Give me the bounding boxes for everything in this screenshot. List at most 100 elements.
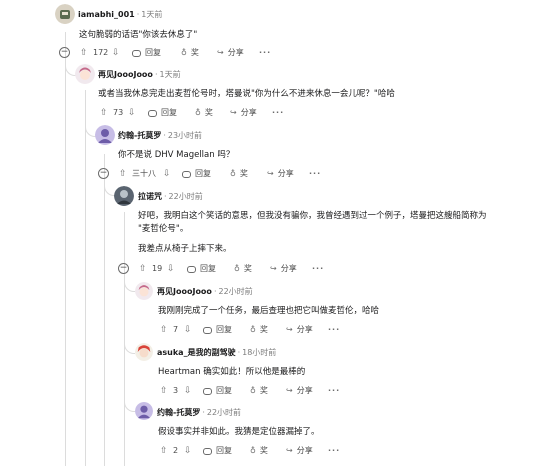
- share-button[interactable]: ↪ 分享: [270, 262, 297, 276]
- comment-meta: iamabhi_001 · 1天前: [78, 10, 163, 19]
- comment-body: 你不是说 DHV Magellan 吗？: [118, 150, 235, 160]
- vote-count: 2: [173, 446, 179, 455]
- share-icon: ↪: [217, 48, 224, 57]
- more-icon[interactable]: ···: [259, 46, 271, 60]
- comment-meta: 再见JoooJooo · 1天前: [98, 70, 181, 79]
- reply-button[interactable]: 回复: [182, 167, 211, 181]
- upvote-icon[interactable]: ⇧: [119, 167, 127, 181]
- reply-button[interactable]: 回复: [203, 444, 232, 458]
- collapse-icon[interactable]: −: [98, 168, 109, 179]
- share-icon: ↪: [286, 325, 293, 334]
- share-icon: ↪: [267, 169, 274, 178]
- reply-button[interactable]: 回复: [203, 384, 232, 398]
- avatar[interactable]: [95, 125, 115, 145]
- comment-actions: − ⇧ 172 ⇩ 回复 ♁ 奖 ↪ 分享 ···: [59, 46, 299, 60]
- comment-meta: 拉诺咒 · 22小时前: [138, 192, 203, 201]
- downvote-icon[interactable]: ⇩: [184, 323, 192, 337]
- comment-body: 这句脆弱的话语"你该去休息了": [79, 30, 198, 40]
- comment-actions: ⇧ 73 ⇩ 回复 ♁ 奖 ↪ 分享 ···: [95, 106, 335, 120]
- award-button[interactable]: ♁ 奖: [250, 384, 268, 398]
- avatar[interactable]: [135, 343, 153, 361]
- award-icon: ♁: [250, 446, 256, 455]
- share-button[interactable]: ↪ 分享: [286, 384, 313, 398]
- reply-button[interactable]: 回复: [132, 46, 161, 60]
- comment-body: 好吧，我明白这个笑话的意思，但我没有骗你，我曾经遇到过一个例子，塔曼把这艘船简称…: [138, 211, 487, 221]
- more-icon[interactable]: ···: [328, 444, 340, 458]
- downvote-icon[interactable]: ⇩: [112, 46, 120, 60]
- thread-line: [104, 154, 105, 466]
- comment-actions: ⇧ 7 ⇩ 回复 ♁ 奖 ↪ 分享 ···: [155, 323, 395, 337]
- award-button[interactable]: ♁ 奖: [181, 46, 199, 60]
- downvote-icon[interactable]: ⇩: [167, 262, 175, 276]
- award-button[interactable]: ♁ 奖: [250, 444, 268, 458]
- award-button[interactable]: ♁ 奖: [250, 323, 268, 337]
- timestamp: 23小时前: [167, 131, 203, 140]
- share-button[interactable]: ↪ 分享: [286, 444, 313, 458]
- downvote-icon[interactable]: ⇩: [184, 384, 192, 398]
- upvote-icon[interactable]: ⇧: [160, 323, 168, 337]
- award-button[interactable]: ♁ 奖: [195, 106, 213, 120]
- vote-count: 73: [113, 108, 124, 117]
- downvote-icon[interactable]: ⇩: [128, 106, 136, 120]
- upvote-icon[interactable]: ⇧: [160, 444, 168, 458]
- vote-count: 7: [173, 325, 179, 334]
- share-icon: ↪: [286, 386, 293, 395]
- avatar[interactable]: [135, 282, 153, 300]
- thread-elbow: [124, 398, 135, 412]
- comment-actions: − ⇧ 19 ⇩ 回复 ♁ 奖 ↪ 分享 ···: [118, 262, 358, 276]
- reply-button[interactable]: 回复: [187, 262, 216, 276]
- username[interactable]: iamabhi_001: [78, 10, 135, 19]
- comment-body: "麦哲伦号"。: [138, 224, 189, 234]
- comment-icon: [182, 170, 191, 178]
- comment-actions: ⇧ 3 ⇩ 回复 ♁ 奖 ↪ 分享 ···: [155, 384, 395, 398]
- avatar[interactable]: [55, 4, 75, 24]
- timestamp: 1天前: [159, 70, 181, 79]
- comment-icon: [148, 109, 157, 117]
- comment-body: 我刚刚完成了一个任务，最后查理也把它叫做麦哲伦，哈哈: [158, 306, 380, 316]
- username[interactable]: asuka_是我的副驾驶: [157, 348, 236, 357]
- comment-meta: 约翰-托莫罗 · 22小时前: [157, 408, 242, 417]
- username[interactable]: 约翰-托莫罗: [157, 408, 200, 417]
- timestamp: 1天前: [141, 10, 163, 19]
- more-icon[interactable]: ···: [309, 167, 321, 181]
- timestamp: 22小时前: [206, 408, 242, 417]
- thread-line: [85, 90, 86, 466]
- award-icon: ♁: [250, 386, 256, 395]
- upvote-icon[interactable]: ⇧: [139, 262, 147, 276]
- username[interactable]: 再见JoooJooo: [157, 287, 212, 296]
- share-button[interactable]: ↪ 分享: [230, 106, 257, 120]
- more-icon[interactable]: ···: [328, 323, 340, 337]
- more-icon[interactable]: ···: [272, 106, 284, 120]
- share-button[interactable]: ↪ 分享: [286, 323, 313, 337]
- comment-meta: asuka_是我的副驾驶 · 18小时前: [157, 348, 277, 357]
- thread-line: [124, 212, 125, 466]
- share-button[interactable]: ↪ 分享: [217, 46, 244, 60]
- more-icon[interactable]: ···: [312, 262, 324, 276]
- avatar[interactable]: [75, 64, 95, 84]
- upvote-icon[interactable]: ⇧: [160, 384, 168, 398]
- avatar[interactable]: [135, 402, 153, 420]
- share-button[interactable]: ↪ 分享: [267, 167, 294, 181]
- award-icon: ♁: [230, 169, 236, 178]
- timestamp: 22小时前: [168, 192, 203, 201]
- collapse-icon[interactable]: −: [118, 263, 129, 274]
- vote-count: 19: [152, 264, 163, 273]
- username[interactable]: 再见JoooJooo: [98, 70, 153, 79]
- collapse-icon[interactable]: −: [59, 47, 70, 58]
- reply-button[interactable]: 回复: [203, 323, 232, 337]
- timestamp: 22小时前: [218, 287, 253, 296]
- username[interactable]: 拉诺咒: [138, 192, 162, 201]
- username[interactable]: 约翰-托莫罗: [118, 131, 161, 140]
- award-button[interactable]: ♁ 奖: [230, 167, 248, 181]
- downvote-icon[interactable]: ⇩: [163, 167, 171, 181]
- comment-meta: 再见JoooJooo · 22小时前: [157, 287, 253, 296]
- upvote-icon[interactable]: ⇧: [80, 46, 88, 60]
- reply-button[interactable]: 回复: [148, 106, 177, 120]
- downvote-icon[interactable]: ⇩: [184, 444, 192, 458]
- comment-icon: [203, 387, 212, 395]
- share-icon: ↪: [270, 264, 277, 273]
- upvote-icon[interactable]: ⇧: [100, 106, 108, 120]
- more-icon[interactable]: ···: [328, 384, 340, 398]
- avatar[interactable]: [114, 186, 134, 206]
- award-button[interactable]: ♁ 奖: [234, 262, 252, 276]
